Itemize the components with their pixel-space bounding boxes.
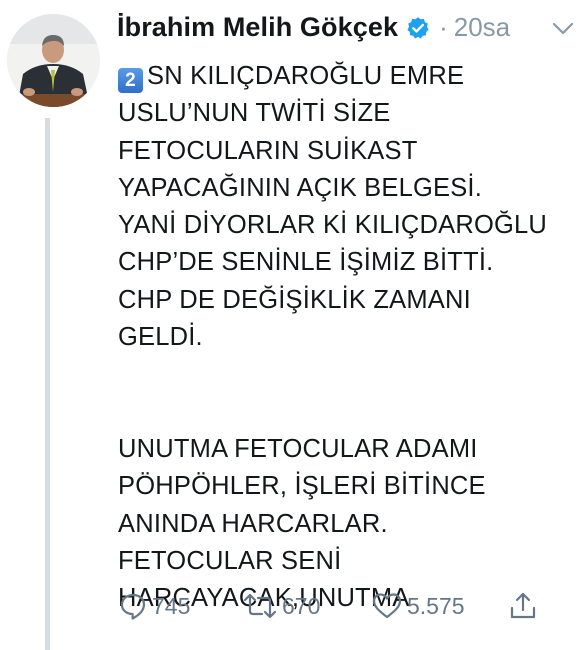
retweet-count: 670: [282, 592, 321, 619]
reply-count: 745: [152, 592, 191, 619]
thread-line: [45, 118, 50, 650]
tweet[interactable]: İbrahim Melih Gökçek · 20sa 2 SN KILIÇDAR…: [0, 0, 582, 650]
tweet-body: 2 SN KILIÇDAROĞLU EMRE USLU’NUN TWİTİ SİZ…: [118, 58, 578, 617]
verified-badge-icon: [406, 16, 430, 40]
tweet-text: SN KILIÇDAROĞLU EMRE USLU’NUN TWİTİ SİZE…: [118, 62, 548, 613]
like-button[interactable]: 5.575: [371, 588, 465, 624]
author-name[interactable]: İbrahim Melih Gökçek: [117, 12, 398, 43]
retweet-button[interactable]: 670: [242, 588, 320, 624]
timestamp[interactable]: 20sa: [454, 12, 510, 43]
separator-dot: ·: [439, 12, 448, 42]
chevron-down-icon[interactable]: [552, 22, 574, 36]
like-count: 5.575: [407, 592, 465, 619]
heart-icon: [372, 593, 402, 619]
avatar-image: [7, 14, 100, 107]
keycap-number-emoji: 2: [118, 68, 143, 93]
reply-button[interactable]: 745: [118, 588, 190, 624]
tweet-actions: 745 670 5.575: [118, 588, 558, 624]
share-icon: [510, 592, 536, 619]
avatar[interactable]: [7, 14, 100, 107]
retweet-icon: [243, 593, 277, 619]
share-button[interactable]: [508, 588, 538, 624]
tweet-header: İbrahim Melih Gökçek · 20sa: [117, 12, 510, 43]
reply-icon: [120, 593, 146, 620]
